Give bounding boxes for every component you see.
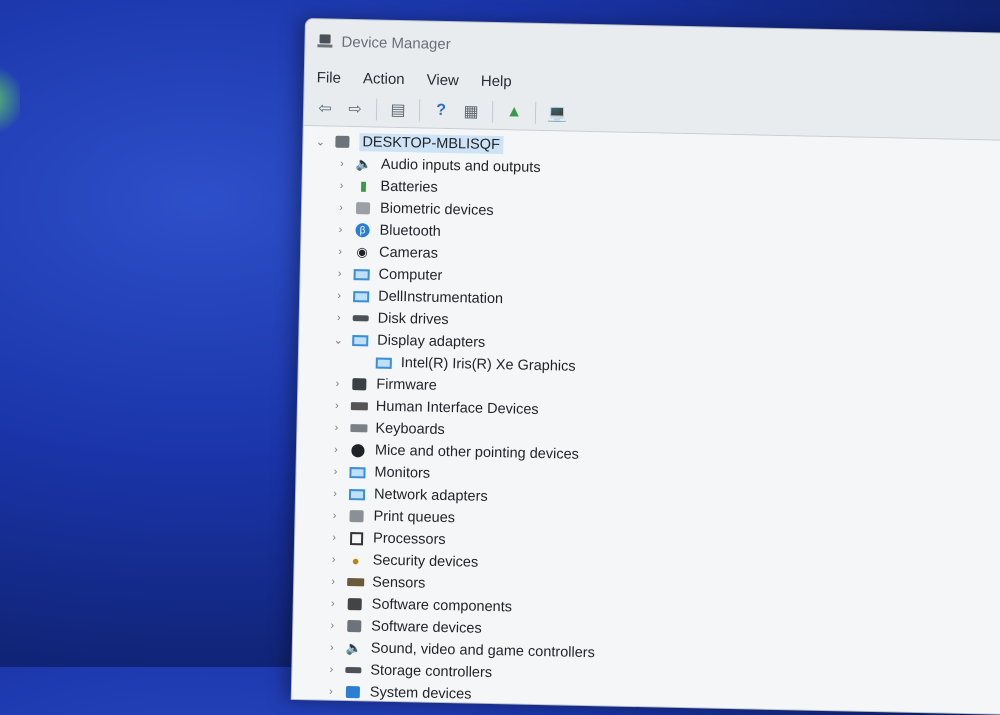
tree-root-label: DESKTOP-MBLISQF bbox=[359, 133, 504, 155]
menu-help[interactable]: Help bbox=[481, 72, 512, 90]
software-device-icon bbox=[345, 618, 363, 634]
disk-icon bbox=[352, 310, 370, 326]
firmware-icon bbox=[350, 376, 368, 392]
scan-hardware-icon[interactable]: 💻 bbox=[544, 101, 570, 126]
menu-view[interactable]: View bbox=[426, 71, 459, 89]
chevron-right-icon[interactable]: › bbox=[334, 180, 348, 192]
tree-item-label: Storage controllers bbox=[370, 662, 493, 682]
view-icon[interactable]: ▦ bbox=[458, 99, 484, 124]
chevron-right-icon[interactable]: › bbox=[326, 598, 340, 610]
tree-item-label: DellInstrumentation bbox=[378, 288, 504, 308]
mouse-icon: ⬤ bbox=[350, 442, 366, 458]
chevron-right-icon[interactable]: › bbox=[324, 686, 338, 698]
chevron-right-icon[interactable]: › bbox=[326, 576, 340, 588]
device-manager-window: Device Manager File Action View Help ⇦ ⇨… bbox=[290, 18, 1000, 715]
display-adapter-icon bbox=[351, 332, 369, 348]
tree-item-label: Batteries bbox=[380, 178, 438, 196]
chevron-down-icon[interactable]: ⌄ bbox=[313, 135, 327, 148]
chevron-right-icon[interactable]: › bbox=[333, 268, 347, 280]
tree-item-label: Audio inputs and outputs bbox=[380, 156, 541, 176]
tree-item-label: Computer bbox=[378, 266, 443, 284]
network-icon bbox=[348, 486, 366, 502]
back-arrow-icon[interactable]: ⇦ bbox=[312, 96, 338, 121]
menu-action[interactable]: Action bbox=[363, 70, 405, 88]
tree-item-label: Monitors bbox=[374, 464, 431, 482]
device-tree: ⌄ DESKTOP-MBLISQF › 🔈 Audio inputs and out… bbox=[291, 125, 1000, 715]
tree-item-label: Security devices bbox=[372, 552, 479, 571]
chevron-right-icon[interactable]: › bbox=[332, 290, 346, 302]
computer-icon bbox=[352, 266, 370, 282]
sensor-icon bbox=[346, 574, 364, 590]
printer-icon bbox=[347, 508, 365, 524]
help-icon[interactable]: ? bbox=[428, 99, 454, 124]
computer-icon bbox=[352, 288, 370, 304]
hid-icon bbox=[350, 398, 368, 414]
tree-item-label: Display adapters bbox=[377, 332, 486, 351]
menu-file[interactable]: File bbox=[317, 69, 342, 87]
storage-icon bbox=[344, 662, 362, 678]
keyboard-icon bbox=[349, 420, 368, 436]
chevron-right-icon[interactable]: › bbox=[325, 620, 339, 632]
tree-item-label: Cameras bbox=[378, 244, 439, 262]
chevron-right-icon[interactable]: › bbox=[328, 488, 342, 500]
chevron-right-icon[interactable]: › bbox=[334, 202, 348, 214]
forward-arrow-icon[interactable]: ⇨ bbox=[342, 97, 368, 122]
tree-item-label: Processors bbox=[372, 530, 446, 549]
security-icon: ● bbox=[351, 552, 360, 568]
toolbar-separator bbox=[375, 98, 378, 121]
chevron-right-icon[interactable]: › bbox=[332, 312, 346, 324]
tree-child-label: Intel(R) Iris(R) Xe Graphics bbox=[400, 355, 576, 375]
desktop-icon-glow bbox=[0, 60, 20, 140]
fingerprint-icon bbox=[354, 200, 372, 216]
chevron-right-icon[interactable]: › bbox=[330, 378, 344, 390]
chevron-right-icon[interactable]: › bbox=[324, 664, 338, 676]
display-adapter-icon bbox=[375, 355, 393, 371]
window-title: Device Manager bbox=[341, 33, 451, 53]
toolbar-separator bbox=[491, 100, 494, 123]
tree-item-label: Biometric devices bbox=[379, 200, 494, 219]
tree-item-label: Human Interface Devices bbox=[375, 398, 539, 418]
camera-icon: ◉ bbox=[356, 244, 368, 260]
tree-item-label: Print queues bbox=[373, 508, 456, 527]
computer-icon bbox=[333, 134, 351, 150]
processor-icon bbox=[347, 530, 365, 546]
chevron-right-icon[interactable]: › bbox=[327, 554, 341, 566]
chevron-right-icon[interactable]: › bbox=[333, 246, 347, 258]
chevron-right-icon[interactable]: › bbox=[327, 510, 341, 522]
tree-item-label: Software devices bbox=[371, 618, 482, 637]
chevron-right-icon[interactable]: › bbox=[325, 642, 339, 654]
bluetooth-icon: β bbox=[353, 222, 371, 238]
speaker-icon: 🔈 bbox=[355, 156, 373, 172]
toolbar-separator bbox=[418, 99, 421, 122]
tree-item-label: Network adapters bbox=[373, 486, 488, 505]
monitor-icon bbox=[348, 464, 366, 480]
tree-item-label: Mice and other pointing devices bbox=[374, 442, 580, 463]
tree-item-label: Bluetooth bbox=[379, 222, 441, 240]
properties-icon[interactable]: ▤ bbox=[385, 98, 411, 123]
battery-icon: ▮ bbox=[359, 178, 368, 194]
tree-item-label: Disk drives bbox=[377, 310, 449, 329]
tree-item-label: Sound, video and game controllers bbox=[370, 640, 596, 662]
toolbar-separator bbox=[534, 101, 537, 124]
tree-item-label: Keyboards bbox=[375, 420, 445, 439]
chevron-down-icon[interactable]: ⌄ bbox=[331, 333, 345, 346]
chevron-right-icon[interactable]: › bbox=[335, 158, 349, 170]
sound-icon: 🔈 bbox=[345, 639, 363, 656]
chevron-right-icon[interactable]: › bbox=[333, 224, 347, 236]
tree-item-label: Firmware bbox=[376, 376, 437, 394]
chevron-right-icon[interactable]: › bbox=[330, 400, 344, 412]
chevron-right-icon[interactable]: › bbox=[329, 422, 343, 434]
tree-item-label: Sensors bbox=[372, 574, 426, 592]
chevron-right-icon[interactable]: › bbox=[328, 466, 342, 478]
tree-item-label: System devices bbox=[369, 684, 472, 703]
chevron-right-icon[interactable]: › bbox=[329, 444, 343, 456]
system-icon bbox=[344, 684, 362, 700]
update-driver-icon[interactable]: ▲ bbox=[501, 100, 527, 125]
software-component-icon bbox=[346, 596, 364, 612]
tree-item-label: Software components bbox=[371, 596, 513, 616]
chevron-right-icon[interactable]: › bbox=[327, 532, 341, 544]
device-manager-icon bbox=[317, 33, 333, 49]
